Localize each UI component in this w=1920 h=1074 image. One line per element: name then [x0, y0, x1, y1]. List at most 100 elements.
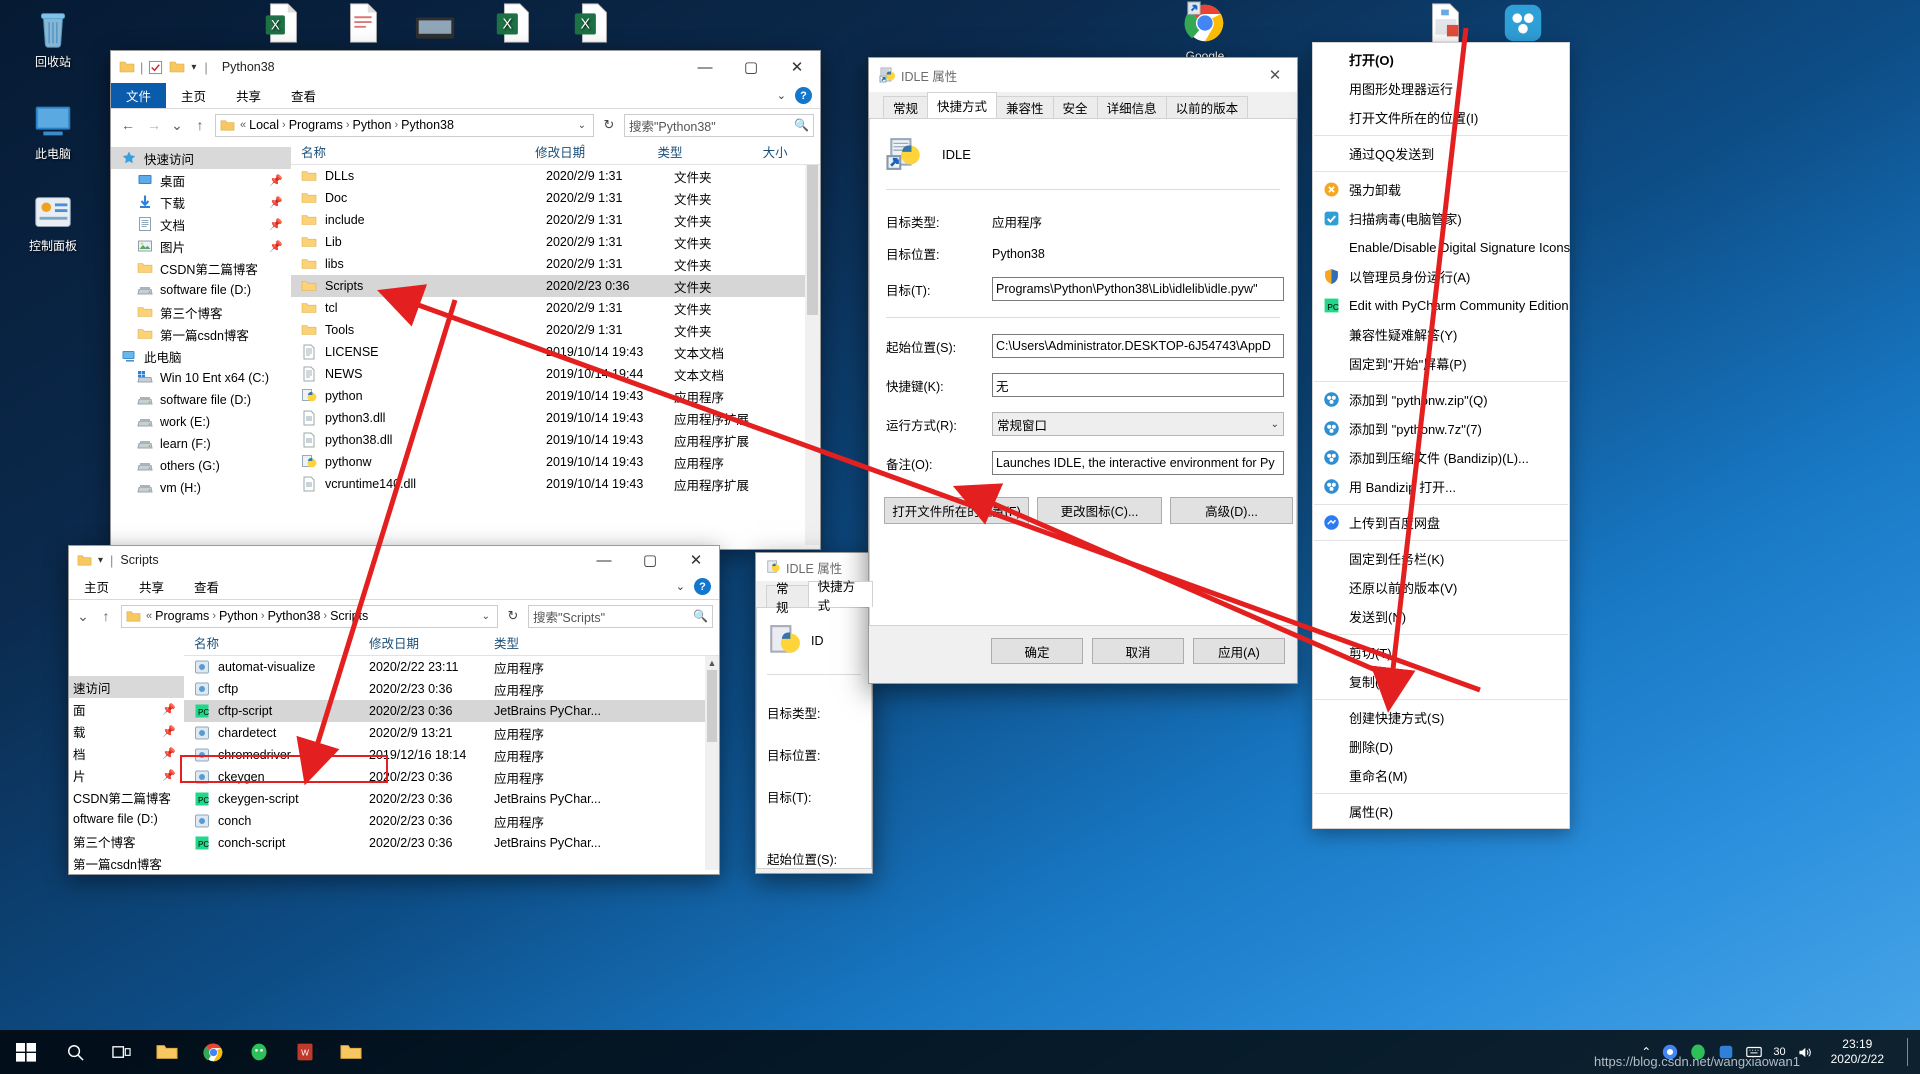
ribbon-tab-view[interactable]: 查看 — [276, 83, 331, 108]
breadcrumb-item-python[interactable]: Python — [219, 609, 258, 623]
scrollbar-thumb[interactable] — [707, 670, 717, 742]
file-list-pane[interactable]: 名称 修改日期 类型 大小 ⌃ DLLs 2020/2/9 1:31 文件夹 Doc 2… — [291, 141, 820, 545]
table-row[interactable]: pythonw 2019/10/14 19:43 应用程序 — [291, 451, 820, 473]
context-menu-item-2[interactable]: 打开文件所在的位置(I) — [1313, 103, 1569, 132]
column-header-name[interactable]: 名称 — [291, 142, 535, 164]
nav-item-0[interactable]: 快速访问 — [111, 147, 291, 169]
advanced-button[interactable]: 高级(D)... — [1170, 497, 1293, 524]
ribbon-tab-file[interactable]: 文件 — [111, 83, 167, 108]
column-header-type[interactable]: 类型 — [658, 142, 763, 164]
scrollbar-thumb[interactable] — [807, 165, 818, 315]
nav-item-2[interactable]: 载 📌 — [69, 720, 184, 742]
desktop-icon-media[interactable] — [390, 6, 480, 56]
context-menu-item-25[interactable]: 剪切(T) — [1313, 638, 1569, 667]
column-header-date[interactable]: 修改日期 — [369, 633, 494, 655]
cancel-button[interactable]: 取消 — [1092, 638, 1184, 664]
desktop-icon-excel[interactable]: X — [470, 0, 560, 50]
search-input[interactable]: 搜索"Scripts" 🔍 — [528, 604, 713, 628]
tab-security[interactable]: 安全 — [1052, 96, 1098, 118]
minimize-button[interactable]: — — [581, 546, 627, 574]
vertical-scrollbar[interactable]: ▲ — [705, 656, 719, 870]
title-bar[interactable]: IDLE 属性 ✕ — [869, 58, 1297, 92]
pin-icon[interactable]: 📌 — [162, 703, 184, 716]
title-bar[interactable]: ▾ | Scripts — ▢ ✕ — [69, 546, 719, 574]
table-row[interactable]: tcl 2020/2/9 1:31 文件夹 — [291, 297, 820, 319]
forward-button[interactable]: → — [143, 114, 165, 136]
pin-icon[interactable]: 📌 — [269, 196, 291, 209]
ribbon-tab-home[interactable]: 主页 — [166, 83, 221, 108]
quick-access-toolbar-caret[interactable]: ▾ — [98, 555, 103, 566]
nav-item-7[interactable]: 第三个博客 — [111, 301, 291, 323]
target-input[interactable]: Programs\Python\Python38\Lib\idlelib\idl… — [992, 277, 1284, 301]
context-menu-item-23[interactable]: 发送到(N) — [1313, 602, 1569, 631]
navigation-pane[interactable]: 速访问面 📌 载 📌 档 📌 片 📌 CSDN第二篇博客 oftware file (D:) 第三个… — [69, 632, 184, 870]
change-icon-button[interactable]: 更改图标(C)... — [1037, 497, 1162, 524]
table-row[interactable]: Lib 2020/2/9 1:31 文件夹 — [291, 231, 820, 253]
maximize-button[interactable]: ▢ — [728, 51, 774, 83]
maximize-button[interactable]: ▢ — [627, 546, 673, 574]
context-menu[interactable]: 打开(O) 用图形处理器运行 打开文件所在的位置(I) 通过QQ发送到 强力卸载 扫描病毒… — [1312, 42, 1570, 829]
table-row[interactable]: conch 2020/2/23 0:36 应用程序 — [184, 810, 719, 832]
column-header-size[interactable]: 大小 — [763, 142, 820, 164]
context-menu-item-10[interactable]: PC Edit with PyCharm Community Edition — [1313, 291, 1569, 320]
column-header-date[interactable]: 修改日期 — [535, 142, 657, 164]
table-row[interactable]: PC ckeygen-script 2020/2/23 0:36 JetBrains … — [184, 788, 719, 810]
context-menu-item-17[interactable]: 用 Bandizip 打开... — [1313, 472, 1569, 501]
ok-button[interactable]: 确定 — [991, 638, 1083, 664]
taskbar-explorer-icon[interactable] — [144, 1030, 190, 1074]
apply-button[interactable]: 应用(A) — [1193, 638, 1285, 664]
context-menu-item-16[interactable]: 添加到压缩文件 (Bandizip)(L)... — [1313, 443, 1569, 472]
table-row[interactable]: DLLs 2020/2/9 1:31 文件夹 — [291, 165, 820, 187]
tab-general[interactable]: 常规 — [883, 96, 929, 118]
clock[interactable]: 23:19 2020/2/22 — [1823, 1037, 1892, 1067]
context-menu-item-14[interactable]: 添加到 "pythonw.zip"(Q) — [1313, 385, 1569, 414]
context-menu-item-11[interactable]: 兼容性疑难解答(Y) — [1313, 320, 1569, 349]
tab-general[interactable]: 常规 — [766, 582, 809, 615]
pin-icon[interactable]: 📌 — [269, 240, 291, 253]
breadcrumb-item-local[interactable]: Local — [249, 118, 279, 132]
taskbar-wps-icon[interactable]: W — [282, 1030, 328, 1074]
context-menu-item-26[interactable]: 复制(C) — [1313, 667, 1569, 696]
desktop-icon-control-panel[interactable]: 控制面板 — [8, 190, 98, 254]
breadcrumb-item-programs[interactable]: Programs — [289, 118, 343, 132]
quick-access-toolbar-caret[interactable]: ▾ — [191, 62, 196, 73]
close-button[interactable]: ✕ — [673, 546, 719, 574]
navigation-pane[interactable]: 快速访问 桌面 📌 下载 📌 文档 📌 图片 📌 CSDN第二篇博客 software file (… — [111, 141, 291, 545]
nav-item-3[interactable]: 文档 📌 — [111, 213, 291, 235]
title-bar[interactable]: | ▾ | Python38 — ▢ ✕ — [111, 51, 820, 83]
nav-item-3[interactable]: 档 📌 — [69, 742, 184, 764]
explorer-window-python38[interactable]: | ▾ | Python38 — ▢ ✕ 文件 主页 共享 查看 ⌄ ? ← →… — [110, 50, 821, 550]
context-menu-item-19[interactable]: 上传到百度网盘 — [1313, 508, 1569, 537]
context-menu-item-9[interactable]: 以管理员身份运行(A) — [1313, 262, 1569, 291]
shortcut-key-input[interactable]: 无 — [992, 373, 1284, 397]
context-menu-item-12[interactable]: 固定到"开始"屏幕(P) — [1313, 349, 1569, 378]
search-taskbar-icon[interactable] — [52, 1030, 98, 1074]
pin-icon[interactable]: 📌 — [269, 174, 291, 187]
table-row[interactable]: NEWS 2019/10/14 19:44 文本文档 — [291, 363, 820, 385]
taskbar-qq-icon[interactable] — [236, 1030, 282, 1074]
table-row[interactable]: Scripts 2020/2/23 0:36 文件夹 — [291, 275, 820, 297]
search-input[interactable]: 搜索"Python38" 🔍 — [624, 113, 814, 137]
nav-item-1[interactable]: 面 📌 — [69, 698, 184, 720]
column-header-name[interactable]: 名称 — [184, 633, 369, 655]
show-desktop-icon[interactable] — [1902, 1038, 1914, 1066]
ribbon-tab-view[interactable]: 查看 — [179, 574, 234, 599]
nav-item-8[interactable]: 第一篇csdn博客 — [69, 852, 184, 871]
nav-item-1[interactable]: 桌面 📌 — [111, 169, 291, 191]
nav-item-14[interactable]: others (G:) — [111, 455, 291, 477]
taskbar-explorer2-icon[interactable] — [328, 1030, 374, 1074]
start-in-input[interactable]: C:\Users\Administrator.DESKTOP-6J54743\A… — [992, 334, 1284, 358]
run-select[interactable]: 常规窗口 ⌄ — [992, 412, 1284, 436]
checkbox-icon[interactable] — [148, 60, 163, 75]
ribbon-tab-home[interactable]: 主页 — [69, 574, 124, 599]
task-view-icon[interactable] — [98, 1030, 144, 1074]
nav-item-6[interactable]: software file (D:) — [111, 279, 291, 301]
tab-compatibility[interactable]: 兼容性 — [996, 96, 1054, 118]
context-menu-item-6[interactable]: 强力卸载 — [1313, 175, 1569, 204]
comment-input[interactable]: Launches IDLE, the interactive environme… — [992, 451, 1284, 475]
table-row[interactable]: PC cftp-script 2020/2/23 0:36 JetBrains PyC… — [184, 700, 719, 722]
vertical-scrollbar[interactable] — [805, 165, 820, 545]
up-button[interactable]: ↑ — [189, 114, 211, 136]
desktop-icon-chrome[interactable]: Google — [1160, 0, 1250, 64]
nav-item-12[interactable]: work (E:) — [111, 411, 291, 433]
